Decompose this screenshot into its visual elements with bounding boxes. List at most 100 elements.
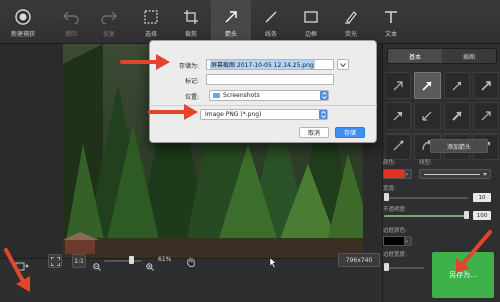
arrow-style-icon (393, 111, 403, 121)
text-tool[interactable]: 文本 (371, 0, 411, 44)
select-stepper-icon (319, 110, 327, 119)
border-color-swatch[interactable] (383, 236, 405, 246)
tab-illustration[interactable]: 插图 (442, 49, 496, 63)
arrow-style-option[interactable] (385, 72, 412, 100)
save-as-button[interactable]: 另存为... (432, 252, 494, 298)
border-color-dropdown[interactable] (405, 236, 412, 246)
line-type-dropdown[interactable] (419, 169, 491, 179)
file-format-select[interactable]: Image PNG (*.png) (200, 109, 328, 120)
redo-icon (99, 9, 119, 25)
chevron-down-icon (483, 172, 487, 176)
opacity-label: 不透明度: (383, 207, 407, 213)
undo-button[interactable]: 撤回 (51, 0, 91, 44)
redo-label: 恢复 (102, 31, 115, 38)
border-tool[interactable]: 边框 (291, 0, 331, 44)
location-select[interactable]: Screenshots (209, 90, 329, 101)
arrow-style-icon (393, 81, 403, 91)
hand-icon (187, 257, 195, 267)
new-capture-label: 新建捕获 (10, 31, 35, 38)
share-icon[interactable] (15, 256, 29, 271)
color-dropdown[interactable] (405, 169, 412, 179)
highlighter-icon (341, 9, 361, 25)
panel-tabs: 基本 插图 (387, 48, 497, 64)
cancel-button[interactable]: 取消 (299, 127, 329, 138)
undo-icon (61, 9, 81, 25)
opacity-slider-knob[interactable] (464, 211, 469, 219)
left-gutter (0, 44, 63, 258)
add-arrow-button[interactable]: 添加箭头 (430, 139, 488, 153)
main-toolbar: 新建捕获 撤回 恢复 选择 裁剪 箭头 线条 边框 荧光 文本 (0, 0, 500, 44)
arrow-style-option[interactable] (472, 102, 499, 130)
arrow-style-icon (481, 111, 491, 121)
arrow-style-icon (422, 111, 432, 121)
actual-size-button[interactable]: 1:1 (72, 254, 86, 268)
folder-icon (213, 93, 220, 98)
arrow-tool[interactable]: 箭头 (211, 0, 251, 44)
select-label: 选择 (144, 31, 157, 38)
arrow-style-option[interactable] (385, 102, 412, 130)
location-value: Screenshots (223, 92, 260, 99)
location-field-label: 位置: (184, 94, 199, 101)
save-button[interactable]: 存储 (335, 127, 365, 138)
select-tool[interactable]: 选择 (131, 0, 171, 44)
tags-input[interactable] (206, 74, 334, 85)
border-width-slider-knob[interactable] (384, 263, 389, 271)
arrow-style-option[interactable] (385, 132, 412, 160)
arrow-style-option[interactable] (443, 102, 470, 130)
arrow-label: 箭头 (224, 31, 237, 38)
arrow-style-option[interactable] (443, 72, 470, 100)
select-stepper-icon (320, 91, 328, 100)
arrow-style-icon (481, 80, 491, 91)
filename-text: 屏幕截图 2017-10-05 12.14.25.png (210, 60, 315, 69)
text-label: 文本 (384, 31, 397, 38)
arrow-style-icon (422, 81, 432, 91)
expand-dialog-button[interactable] (337, 59, 349, 70)
chevron-down-icon (340, 62, 346, 67)
width-value[interactable]: 10 (473, 193, 491, 202)
crop-label: 裁剪 (184, 31, 197, 38)
zoom-slider-track[interactable] (104, 260, 142, 262)
line-label: 线条 (264, 31, 277, 38)
zoom-in-icon[interactable] (146, 256, 154, 271)
opacity-value[interactable]: 100 (473, 211, 491, 220)
opacity-slider-fill (384, 215, 466, 217)
width-slider-track[interactable] (384, 197, 468, 199)
border-color-fill (384, 237, 404, 245)
width-label: 宽度: (383, 186, 396, 192)
tab-basic[interactable]: 基本 (388, 49, 442, 63)
panel-divider (387, 134, 497, 135)
highlighter-tool[interactable]: 荧光 (331, 0, 371, 44)
zoom-out-icon[interactable] (93, 256, 101, 271)
chevron-down-icon (406, 173, 408, 175)
image-size-field[interactable]: 796x740 (338, 253, 380, 267)
arrow-style-option-selected[interactable] (414, 72, 441, 100)
filename-input[interactable]: 屏幕截图 2017-10-05 12.14.25.png (206, 59, 334, 70)
dialog-separator (149, 105, 377, 106)
tags-field-label: 标记: (184, 78, 199, 85)
select-icon (141, 9, 161, 25)
crop-tool[interactable]: 裁剪 (171, 0, 211, 44)
border-width-label: 边框宽度: (383, 252, 407, 258)
rectangle-icon (301, 9, 321, 25)
arrow-style-icon (452, 81, 462, 91)
border-label: 边框 (304, 31, 317, 38)
line-type-preview (424, 174, 480, 175)
zoom-percent: 61% (158, 256, 172, 263)
save-as-field-label: 存储为: (178, 63, 199, 70)
fit-to-window-button[interactable] (48, 254, 62, 268)
border-width-slider-track[interactable] (384, 267, 424, 269)
fit-screen-icon (50, 256, 60, 266)
border-color-label: 边框颜色: (383, 228, 407, 234)
zoom-slider-knob[interactable] (129, 256, 134, 264)
hand-tool-button[interactable] (184, 254, 198, 268)
undo-label: 撤回 (64, 31, 77, 38)
arrow-style-option[interactable] (414, 102, 441, 130)
width-slider-knob[interactable] (384, 193, 389, 201)
new-capture-button[interactable]: 新建捕获 (3, 0, 43, 44)
arrow-style-option[interactable] (472, 72, 499, 100)
arrow-color-swatch[interactable] (383, 169, 405, 179)
redo-button[interactable]: 恢复 (89, 0, 129, 44)
line-tool[interactable]: 线条 (251, 0, 291, 44)
save-as-label: 另存为... (449, 271, 477, 279)
arrow-color-fill (384, 170, 404, 178)
